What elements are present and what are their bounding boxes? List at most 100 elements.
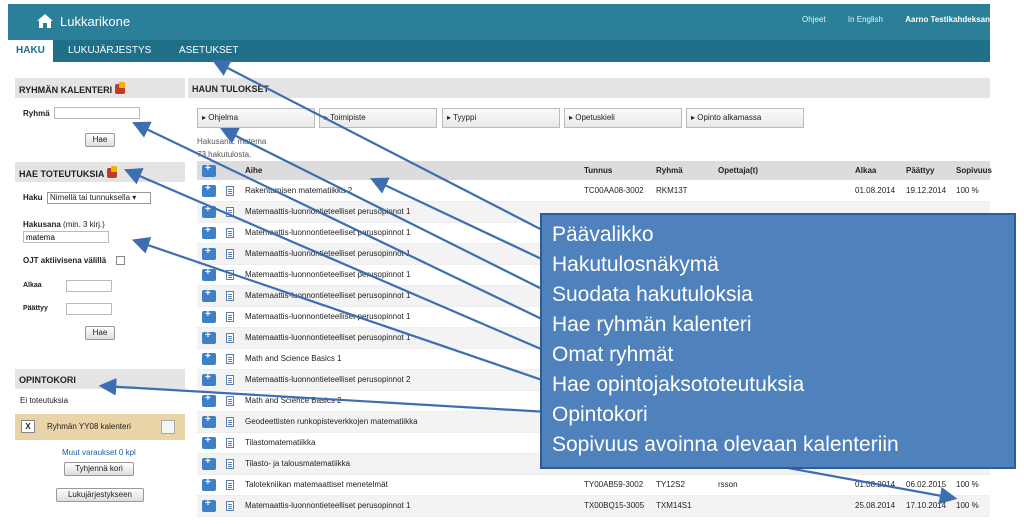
col-code[interactable]: Tunnus xyxy=(584,166,612,175)
add-to-cart-icon[interactable] xyxy=(202,225,216,239)
col-start[interactable]: Alkaa xyxy=(855,166,876,175)
row-teacher: rsson xyxy=(718,480,738,489)
row-start: 01.08.2014 xyxy=(855,186,896,195)
filter-program[interactable]: ▸ Ohjelma xyxy=(197,108,315,128)
col-end[interactable]: Päättyy xyxy=(906,166,934,175)
group-search-button[interactable]: Hae xyxy=(85,133,115,147)
col-fit[interactable]: Sopivuus xyxy=(956,166,992,175)
help-link[interactable]: Ohjeet xyxy=(802,15,826,24)
details-icon[interactable] xyxy=(226,312,234,322)
group-input[interactable] xyxy=(54,107,140,119)
details-icon[interactable] xyxy=(226,480,234,490)
row-subject[interactable]: Matemaattis-luonnontieteelliset perusopi… xyxy=(245,333,410,342)
filter-campus[interactable]: ▸ Toimipiste xyxy=(319,108,437,128)
details-icon[interactable] xyxy=(226,207,234,217)
details-icon[interactable] xyxy=(226,186,234,196)
details-icon[interactable] xyxy=(226,270,234,280)
add-to-cart-icon[interactable] xyxy=(202,372,216,386)
group-label: Ryhmä xyxy=(23,109,50,118)
calendar-flag-icon xyxy=(115,82,126,94)
row-subject[interactable]: Matemaattis-luonnontieteelliset perusopi… xyxy=(245,270,410,279)
row-end: 17.10.2014 xyxy=(906,501,947,510)
table-row[interactable]: Rakentamisen matematiikka 2 TC00AA08-3002… xyxy=(197,181,990,202)
row-subject[interactable]: Tilastomatematiikka xyxy=(245,438,315,447)
table-row[interactable]: Talotekniikan matemaattiset menetelmät TY… xyxy=(197,475,990,496)
add-to-cart-icon[interactable] xyxy=(202,477,216,491)
add-to-cart-icon[interactable] xyxy=(202,498,216,512)
add-to-cart-icon[interactable] xyxy=(202,456,216,470)
details-icon[interactable] xyxy=(226,459,234,469)
add-to-cart-icon[interactable] xyxy=(202,309,216,323)
row-subject[interactable]: Math and Science Basics 1 xyxy=(245,354,342,363)
row-subject[interactable]: Matemaattis-luonnontieteelliset perusopi… xyxy=(245,501,410,510)
impl-search-button[interactable]: Hae xyxy=(85,326,115,340)
add-to-cart-icon[interactable] xyxy=(202,267,216,281)
row-end: 19.12.2014 xyxy=(906,186,947,195)
term-hint: (min. 3 kirj.) xyxy=(63,220,105,229)
callout-line-2: Hakutulosnäkymä xyxy=(552,253,719,276)
results-table-header: Aihe Tunnus Ryhmä Opettaja(t) Alkaa Päät… xyxy=(197,161,992,180)
table-row[interactable]: Matemaattis-luonnontieteelliset perusopi… xyxy=(197,496,990,517)
start-date-input[interactable] xyxy=(66,280,112,292)
add-to-cart-icon[interactable] xyxy=(202,183,216,197)
details-icon[interactable] xyxy=(226,501,234,511)
tab-haku[interactable]: HAKU xyxy=(8,40,53,62)
details-icon[interactable] xyxy=(226,396,234,406)
col-teacher[interactable]: Opettaja(t) xyxy=(718,166,758,175)
col-subject[interactable]: Aihe xyxy=(245,166,262,175)
filter-type-label: Tyyppi xyxy=(453,113,477,122)
remove-item-button[interactable]: X xyxy=(21,420,35,433)
row-subject[interactable]: Matemaattis-luonnontieteelliset perusopi… xyxy=(245,312,410,321)
row-subject[interactable]: Rakentamisen matematiikka 2 xyxy=(245,186,352,195)
start-label: Alkaa xyxy=(23,282,42,289)
term-input[interactable] xyxy=(23,231,109,243)
details-icon[interactable] xyxy=(226,354,234,364)
filter-language[interactable]: ▸ Opetuskieli xyxy=(564,108,682,128)
row-subject[interactable]: Matemaattis-luonnontieteelliset perusopi… xyxy=(245,249,410,258)
row-subject[interactable]: Tilasto- ja talousmatematiikka xyxy=(245,459,350,468)
details-icon[interactable] xyxy=(226,228,234,238)
note-icon[interactable] xyxy=(161,420,175,434)
add-to-cart-icon[interactable] xyxy=(202,435,216,449)
add-to-cart-icon[interactable] xyxy=(202,393,216,407)
to-schedule-button[interactable]: Lukujärjestykseen xyxy=(56,488,144,502)
add-to-cart-icon[interactable] xyxy=(202,288,216,302)
row-group: RKM13T xyxy=(656,186,688,195)
tab-asetukset[interactable]: ASETUKSET xyxy=(171,40,246,62)
add-to-cart-icon[interactable] xyxy=(202,204,216,218)
end-date-input[interactable] xyxy=(66,303,112,315)
search-label: Haku xyxy=(23,193,43,202)
add-to-cart-icon[interactable] xyxy=(202,351,216,365)
details-icon[interactable] xyxy=(226,438,234,448)
details-icon[interactable] xyxy=(226,333,234,343)
details-icon[interactable] xyxy=(226,417,234,427)
add-all-icon[interactable] xyxy=(202,163,216,177)
row-subject[interactable]: Geodeettisten runkopisteverkkojen matema… xyxy=(245,417,418,426)
col-group[interactable]: Ryhmä xyxy=(656,166,683,175)
callout-line-3: Suodata hakutuloksia xyxy=(552,283,753,306)
user-name[interactable]: Aarno Testikahdeksan xyxy=(905,15,990,24)
add-to-cart-icon[interactable] xyxy=(202,414,216,428)
row-subject[interactable]: Talotekniikan matemaattiset menetelmät xyxy=(245,480,388,489)
clear-cart-button[interactable]: Tyhjennä kori xyxy=(64,462,134,476)
row-subject[interactable]: Matemaattis-luonnontieteelliset perusopi… xyxy=(245,375,410,384)
add-to-cart-icon[interactable] xyxy=(202,246,216,260)
row-subject[interactable]: Matemaattis-luonnontieteelliset perusopi… xyxy=(245,207,410,216)
row-subject[interactable]: Matemaattis-luonnontieteelliset perusopi… xyxy=(245,291,410,300)
details-icon[interactable] xyxy=(226,291,234,301)
details-icon[interactable] xyxy=(226,249,234,259)
other-reservations-link[interactable]: Muut varaukset 0 kpl xyxy=(62,448,136,457)
row-subject[interactable]: Matemaattis-luonnontieteelliset perusopi… xyxy=(245,228,410,237)
add-to-cart-icon[interactable] xyxy=(202,330,216,344)
row-subject[interactable]: Math and Science Basics 2 xyxy=(245,396,342,405)
filter-starting[interactable]: ▸ Opinto alkamassa xyxy=(686,108,804,128)
details-icon[interactable] xyxy=(226,375,234,385)
language-link[interactable]: In English xyxy=(848,15,883,24)
tab-lukujarjestys[interactable]: LUKUJÄRJESTYS xyxy=(60,40,159,62)
filter-type[interactable]: ▸ Tyyppi xyxy=(442,108,560,128)
row-fit: 100 % xyxy=(956,186,979,195)
impl-flag-icon xyxy=(107,166,118,178)
ojt-checkbox[interactable] xyxy=(116,256,125,265)
search-type-select[interactable]: Nimellä tai tunnuksella ▾ xyxy=(47,192,151,204)
cart-empty-text: Ei toteutuksia xyxy=(20,396,69,405)
